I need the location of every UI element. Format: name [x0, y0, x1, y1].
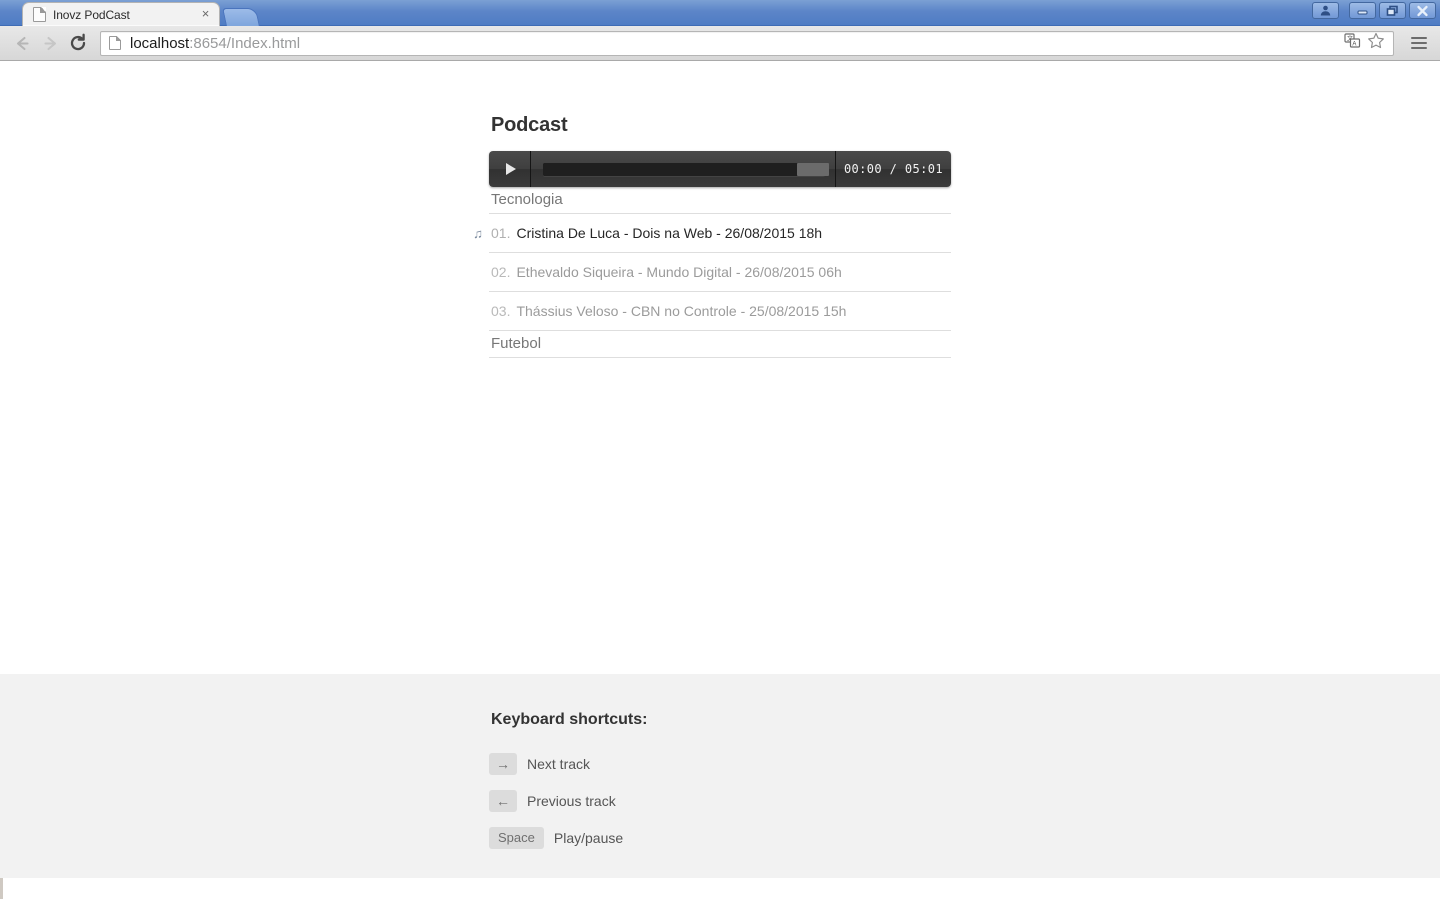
translate-icon[interactable]: 文A [1344, 32, 1361, 54]
restore-button[interactable] [1379, 2, 1406, 19]
close-button[interactable] [1409, 2, 1436, 19]
url-text: localhost:8654/Index.html [130, 35, 300, 52]
user-button[interactable] [1312, 2, 1339, 19]
keyboard-shortcuts-inner: Keyboard shortcuts: → Next track ← Previ… [489, 674, 951, 856]
podcast-content: Podcast 00:00 / 05:01 Tecnologia ♫ 01. C… [473, 61, 951, 358]
forward-arrow-icon[interactable] [36, 29, 64, 57]
left-arrow-key: ← [489, 789, 517, 812]
seek-slider[interactable] [531, 151, 835, 187]
track-title: Cristina De Luca - Dois na Web - 26/08/2… [516, 225, 823, 241]
url-path: :8654/Index.html [189, 34, 301, 52]
browser-chrome: Inovz PodCast × localhost:8654/Index.htm… [0, 0, 1440, 61]
omnibox-actions: 文A [1344, 32, 1387, 54]
page-viewport: Podcast 00:00 / 05:01 Tecnologia ♫ 01. C… [0, 61, 1440, 899]
keyboard-shortcuts-section: Keyboard shortcuts: → Next track ← Previ… [0, 674, 1440, 878]
track-row[interactable]: 02. Ethevaldo Siqueira - Mundo Digital -… [489, 253, 951, 292]
page-edge-rail [0, 878, 3, 899]
time-display: 00:00 / 05:01 [835, 151, 951, 187]
page-icon [33, 7, 46, 22]
music-note-icon: ♫ [473, 225, 483, 241]
track-title: Ethevaldo Siqueira - Mundo Digital - 26/… [516, 264, 842, 280]
track-number: 01. [491, 225, 511, 241]
browser-tab[interactable]: Inovz PodCast × [22, 2, 220, 26]
seek-thumb[interactable] [796, 162, 829, 176]
page-icon [109, 36, 121, 50]
url-host: localhost [130, 34, 190, 52]
star-icon[interactable] [1367, 32, 1385, 54]
shortcut-label: Play/pause [553, 829, 624, 846]
track-number: 03. [491, 303, 511, 319]
reload-icon[interactable] [64, 29, 92, 57]
back-arrow-icon[interactable] [8, 29, 36, 57]
window-controls [1312, 2, 1436, 19]
browser-titlebar: Inovz PodCast × [0, 0, 1440, 26]
shortcut-label: Next track [527, 755, 591, 772]
category-header-tecnologia: Tecnologia [489, 187, 951, 214]
shortcuts-title: Keyboard shortcuts: [491, 711, 648, 728]
svg-text:A: A [1352, 41, 1356, 47]
track-row[interactable]: 03. Thássius Veloso - CBN no Controle - … [489, 292, 951, 331]
play-button[interactable] [489, 151, 531, 187]
shortcut-row: Space Play/pause [489, 819, 951, 856]
buffered-range [543, 162, 814, 176]
address-bar[interactable]: localhost:8654/Index.html 文A [100, 30, 1394, 56]
shortcut-row: → Next track [489, 745, 951, 782]
track-number: 02. [491, 264, 511, 280]
tab-title: Inovz PodCast [53, 7, 130, 22]
track-title: Thássius Veloso - CBN no Controle - 25/0… [516, 303, 847, 319]
category-header-futebol: Futebol [489, 331, 951, 358]
shortcut-row: ← Previous track [489, 782, 951, 819]
playlist: Tecnologia ♫ 01. Cristina De Luca - Dois… [473, 187, 951, 358]
space-key: Space [489, 826, 544, 849]
browser-toolbar: localhost:8654/Index.html 文A [0, 26, 1440, 61]
tab-strip: Inovz PodCast × [0, 0, 260, 26]
right-arrow-key: → [489, 752, 517, 775]
track-row[interactable]: ♫ 01. Cristina De Luca - Dois na Web - 2… [473, 214, 951, 253]
minimize-button[interactable] [1349, 2, 1376, 19]
hamburger-menu-icon[interactable] [1406, 30, 1432, 56]
new-tab-button[interactable] [222, 8, 260, 26]
page-title: Podcast [491, 114, 568, 136]
close-icon[interactable]: × [198, 7, 213, 22]
shortcut-label: Previous track [527, 792, 616, 809]
progress-track [543, 162, 829, 176]
play-icon [506, 163, 516, 175]
audio-player[interactable]: 00:00 / 05:01 [489, 151, 951, 187]
